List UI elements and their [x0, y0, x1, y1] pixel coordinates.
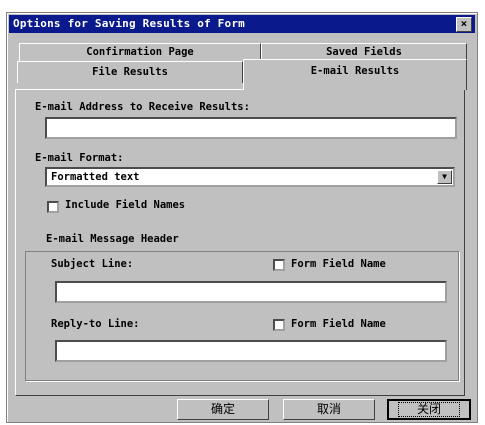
- tab-email-results[interactable]: E-mail Results: [243, 59, 467, 90]
- close-icon[interactable]: ×: [456, 17, 472, 32]
- include-field-names-checkbox[interactable]: [47, 201, 59, 213]
- subject-line-input[interactable]: [55, 281, 447, 303]
- close-button-label: 关闭: [397, 402, 460, 417]
- message-header-title: E-mail Message Header: [43, 233, 182, 245]
- subject-line-label: Subject Line:: [51, 258, 134, 270]
- chevron-down-icon[interactable]: ▼: [437, 170, 452, 184]
- window-title: Options for Saving Results of Form: [13, 17, 245, 30]
- subject-form-field-label: Form Field Name: [291, 258, 386, 270]
- reply-to-form-field-checkbox[interactable]: [273, 319, 285, 331]
- reply-to-label: Reply-to Line:: [51, 318, 140, 330]
- subject-form-field-checkbox[interactable]: [273, 259, 285, 271]
- reply-to-form-field-label: Form Field Name: [291, 318, 386, 330]
- reply-to-input[interactable]: [55, 340, 447, 362]
- tab-file-results[interactable]: File Results: [17, 61, 243, 83]
- email-address-label: E-mail Address to Receive Results:: [35, 101, 250, 113]
- include-field-names-label: Include Field Names: [65, 199, 186, 211]
- email-address-input[interactable]: [45, 117, 457, 139]
- ok-button[interactable]: 确定: [177, 399, 269, 420]
- cancel-button[interactable]: 取消: [283, 399, 375, 420]
- email-format-value: Formatted text: [51, 171, 140, 183]
- options-dialog: Options for Saving Results of Form × Con…: [6, 12, 478, 423]
- tab-confirmation-page[interactable]: Confirmation Page: [19, 43, 261, 61]
- email-format-label: E-mail Format:: [35, 152, 124, 164]
- title-bar[interactable]: Options for Saving Results of Form ×: [9, 15, 475, 33]
- email-format-select[interactable]: Formatted text ▼: [45, 167, 455, 187]
- close-button[interactable]: 关闭: [387, 399, 471, 420]
